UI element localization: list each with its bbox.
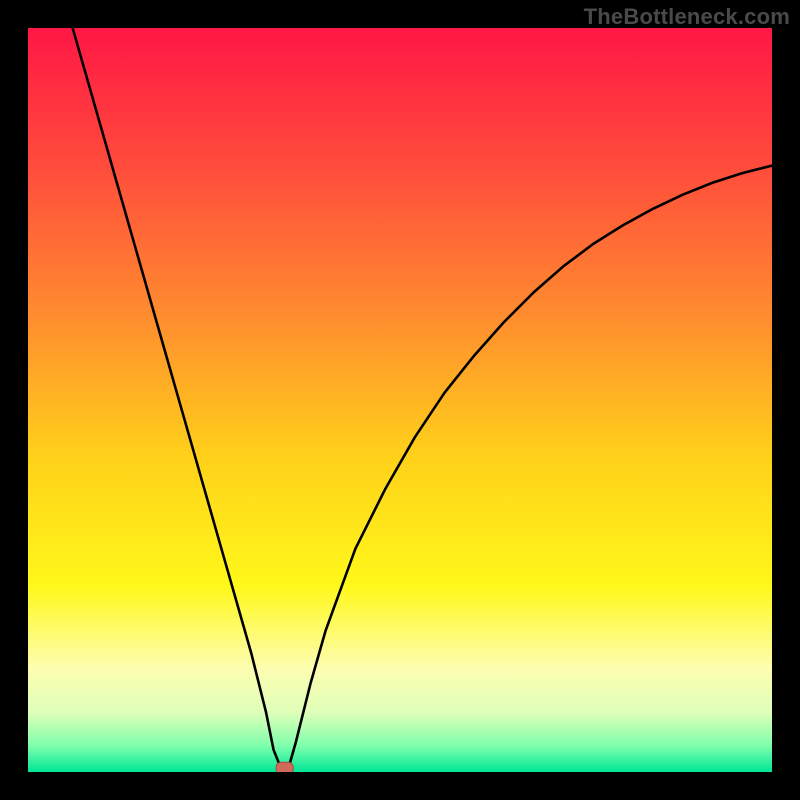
chart-frame: TheBottleneck.com <box>0 0 800 800</box>
watermark-text: TheBottleneck.com <box>584 4 790 30</box>
chart-background-gradient <box>28 28 772 772</box>
chart-plot-area <box>28 28 772 772</box>
chart-svg <box>28 28 772 772</box>
optimal-point-marker <box>276 762 293 772</box>
